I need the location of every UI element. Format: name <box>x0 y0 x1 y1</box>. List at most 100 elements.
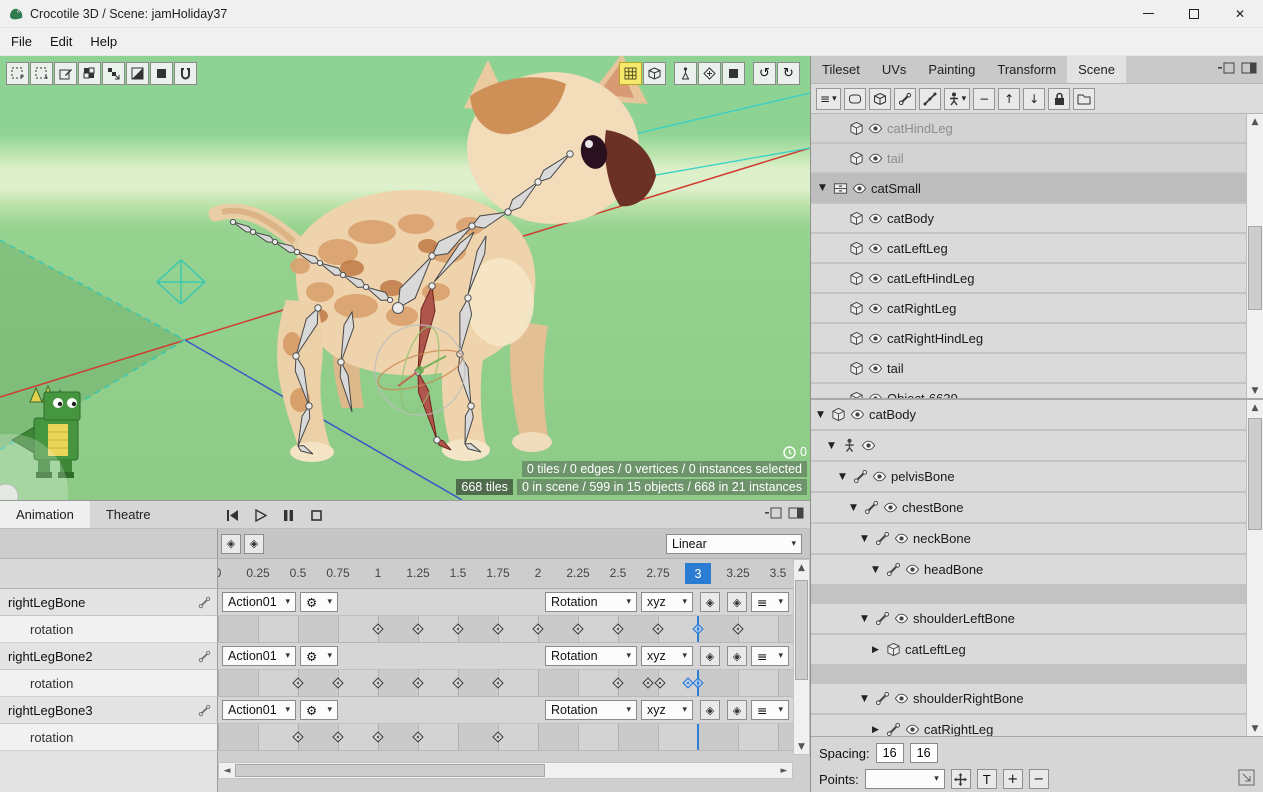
tab-tileset[interactable]: Tileset <box>811 56 871 83</box>
scroll-down-arrow[interactable]: ▼ <box>1247 383 1263 398</box>
bone-tree-row[interactable]: ▼shoulderLeftBone <box>811 604 1246 633</box>
bone-tree-row[interactable]: ▶catRightLeg <box>811 715 1246 736</box>
expand-arrow[interactable]: ▼ <box>819 183 833 193</box>
expand-arrow[interactable]: ▶ <box>872 645 886 655</box>
add-point-button[interactable]: + <box>1003 769 1023 789</box>
eye-icon[interactable] <box>894 611 909 626</box>
bone-tree-row[interactable]: ▼neckBone <box>811 524 1246 553</box>
axes-select[interactable]: xyz▾ <box>641 592 693 612</box>
close-button[interactable]: ✕ <box>1217 0 1263 28</box>
keyframe-diamond[interactable] <box>612 623 623 634</box>
bone-tree-row[interactable]: ▼shoulderRightBone <box>811 684 1246 713</box>
eye-icon[interactable] <box>868 301 883 316</box>
orientation-button[interactable] <box>698 62 721 85</box>
scene-tree-row[interactable]: catHindLeg <box>811 114 1246 142</box>
scroll-down-arrow[interactable]: ▼ <box>1247 721 1263 736</box>
keyframe-next-button[interactable]: ◈ <box>727 700 747 720</box>
keyframe-diamond[interactable] <box>292 731 303 742</box>
property-label[interactable]: rotation <box>0 670 218 697</box>
eye-icon[interactable] <box>872 469 887 484</box>
scene-tree-row[interactable]: tail <box>811 144 1246 172</box>
expand-arrow[interactable]: ▶ <box>872 725 886 735</box>
keyframe-lane[interactable] <box>218 616 793 643</box>
fill-tool-button[interactable] <box>150 62 173 85</box>
add-keyframe-button[interactable]: ◈ <box>221 534 241 554</box>
keyframe-diamond[interactable] <box>492 731 503 742</box>
expand-arrow[interactable]: ▼ <box>872 565 886 575</box>
viewport[interactable]: ↺ ↻ 0 0 tiles / 0 edges / 0 vertices / 0… <box>0 56 810 500</box>
pattern-tool-button[interactable] <box>78 62 101 85</box>
scroll-thumb[interactable] <box>1248 418 1262 530</box>
eye-icon[interactable] <box>861 438 876 453</box>
tab-transform[interactable]: Transform <box>986 56 1067 83</box>
add-object-button[interactable] <box>869 88 891 110</box>
keyframe-diamond[interactable] <box>692 623 703 634</box>
scroll-up-arrow[interactable]: ▲ <box>1247 400 1263 415</box>
expand-arrow[interactable]: ▼ <box>839 472 853 482</box>
tab-uvs[interactable]: UVs <box>871 56 918 83</box>
undock-panel-button[interactable] <box>1217 61 1235 78</box>
points-select[interactable]: ▾ <box>865 769 945 789</box>
track-menu-button[interactable]: ≡▾ <box>751 700 789 720</box>
undock-panel-button[interactable] <box>764 506 782 523</box>
keyframe-prev-button[interactable]: ◈ <box>700 700 720 720</box>
scene-tree-row[interactable]: ▼catSmall <box>811 174 1246 202</box>
keyframe-diamond[interactable] <box>612 677 623 688</box>
popout-panel-button[interactable] <box>1241 61 1257 78</box>
folder-button[interactable] <box>1073 88 1095 110</box>
keyframe-diamond[interactable] <box>532 623 543 634</box>
action-options-button[interactable]: ⚙▾ <box>300 592 338 612</box>
keyframe-diamond[interactable] <box>372 623 383 634</box>
interpolation-select[interactable]: Linear ▾ <box>666 534 802 554</box>
magnet-tool-button[interactable] <box>174 62 197 85</box>
playhead[interactable] <box>697 724 699 750</box>
channel-select[interactable]: Rotation▾ <box>545 700 637 720</box>
scroll-up-arrow[interactable]: ▲ <box>794 560 809 575</box>
scroll-left-arrow[interactable]: ◄ <box>219 766 235 776</box>
timeline-h-scrollbar[interactable]: ◄ ► <box>218 762 793 779</box>
keyframe-diamond[interactable] <box>412 731 423 742</box>
track-menu-button[interactable]: ≡▾ <box>751 592 789 612</box>
timeline-v-scrollbar[interactable]: ▲ ▼ <box>793 559 810 755</box>
keyframe-diamond[interactable] <box>692 677 703 688</box>
channel-select[interactable]: Rotation▾ <box>545 592 637 612</box>
action-options-button[interactable]: ⚙▾ <box>300 646 338 666</box>
channel-select[interactable]: Rotation▾ <box>545 646 637 666</box>
action-select[interactable]: Action01▾ <box>222 592 296 612</box>
expand-arrow[interactable]: ▼ <box>861 534 875 544</box>
bone-tree-row[interactable]: ▼pelvisBone <box>811 462 1246 491</box>
expand-arrow[interactable]: ▼ <box>850 503 864 513</box>
edit-tile-tool-button[interactable] <box>54 62 77 85</box>
tab-scene[interactable]: Scene <box>1067 56 1126 83</box>
select-tile-tool-button[interactable] <box>6 62 29 85</box>
eye-icon[interactable] <box>850 407 865 422</box>
keyframe-diamond[interactable] <box>412 623 423 634</box>
scroll-down-arrow[interactable]: ▼ <box>794 739 809 754</box>
track-name[interactable]: rightLegBone2 <box>0 643 218 670</box>
scene-tree-row[interactable]: tail <box>811 354 1246 382</box>
play-button[interactable] <box>248 503 272 527</box>
axes-select[interactable]: xyz▾ <box>641 646 693 666</box>
select-shape-button[interactable] <box>844 88 866 110</box>
keyframe-diamond[interactable] <box>292 677 303 688</box>
keyframe-prev-button[interactable]: ◈ <box>700 646 720 666</box>
property-label[interactable]: rotation <box>0 724 218 751</box>
minimize-button[interactable] <box>1125 0 1171 28</box>
scene-tree-row[interactable]: catRightLeg <box>811 294 1246 322</box>
current-time-chip[interactable]: 3 <box>685 563 711 584</box>
scroll-up-arrow[interactable]: ▲ <box>1247 114 1263 129</box>
remove-keyframe-button[interactable]: ◈ <box>244 534 264 554</box>
keyframe-diamond[interactable] <box>452 677 463 688</box>
axes-select[interactable]: xyz▾ <box>641 700 693 720</box>
keyframe-diamond[interactable] <box>654 677 665 688</box>
move-up-button[interactable]: ↑ <box>998 88 1020 110</box>
action-select[interactable]: Action01▾ <box>222 700 296 720</box>
eye-icon[interactable] <box>868 391 883 399</box>
v-scroll-thumb[interactable] <box>795 580 808 680</box>
keyframe-diamond[interactable] <box>332 731 343 742</box>
eye-icon[interactable] <box>868 241 883 256</box>
menu-item-help[interactable]: Help <box>81 29 126 54</box>
eye-icon[interactable] <box>883 500 898 515</box>
eye-icon[interactable] <box>868 151 883 166</box>
keyframe-diamond[interactable] <box>372 677 383 688</box>
